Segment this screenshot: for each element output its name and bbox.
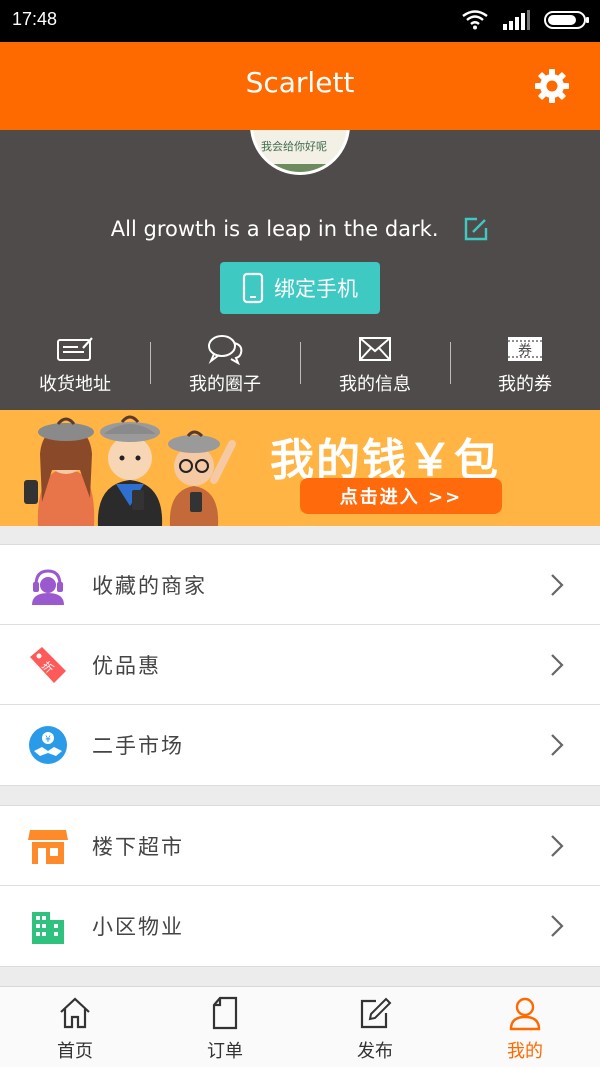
battery-icon	[544, 11, 589, 29]
menu-item-supermarket[interactable]: 楼下超市	[0, 806, 600, 886]
wallet-banner[interactable]: 我的钱￥包 点击进入 >>	[0, 410, 600, 526]
menu-item-second-hand[interactable]: ¥ 二手市场	[0, 705, 600, 785]
chevron-right-icon	[551, 835, 564, 857]
avatar[interactable]: 我会给你好呢	[250, 130, 350, 175]
avatar-scribble: 我会给你好呢	[261, 140, 327, 153]
building-icon	[32, 912, 64, 944]
motto-row: All growth is a leap in the dark.	[0, 216, 600, 242]
quick-link-label: 收货地址	[39, 374, 111, 395]
quick-link-coupons[interactable]: 券 我的券	[450, 332, 600, 396]
menu-item-label: 收藏的商家	[92, 573, 207, 598]
handshake-icon-text: ¥	[45, 735, 51, 745]
wallet-enter-button[interactable]: 点击进入 >>	[300, 478, 502, 514]
tab-label: 发布	[357, 1041, 393, 1062]
quick-link-label: 我的券	[498, 374, 552, 395]
chevron-right-icon	[551, 915, 564, 937]
address-card-icon	[57, 337, 93, 361]
tab-label: 首页	[57, 1041, 93, 1062]
discount-tag-icon: 折	[30, 647, 66, 683]
menu-item-deals[interactable]: 折 优品惠	[0, 625, 600, 705]
quick-links: 收货地址 我的圈子 我的信息 券 我的券	[0, 332, 600, 396]
compose-icon	[360, 997, 392, 1029]
signal-icon	[503, 10, 530, 30]
quick-link-messages[interactable]: 我的信息	[300, 332, 450, 396]
coupon-icon: 券	[508, 337, 542, 361]
wifi-icon	[462, 10, 488, 30]
profile-icon	[509, 997, 541, 1031]
page-title: Scarlett	[245, 66, 355, 99]
edit-icon[interactable]	[463, 216, 489, 242]
envelope-icon	[359, 337, 391, 361]
quick-link-label: 我的信息	[339, 374, 411, 395]
coupon-icon-text: 券	[518, 343, 532, 359]
chevron-right-icon	[551, 654, 564, 676]
profile-section: 我会给你好呢 All growth is a leap in the dark.…	[0, 130, 600, 410]
status-bar: 17:48	[0, 0, 600, 42]
menu-item-property[interactable]: 小区物业	[0, 886, 600, 966]
store-icon	[28, 830, 68, 864]
menu-item-label: 楼下超市	[92, 834, 184, 859]
quick-link-circles[interactable]: 我的圈子	[150, 332, 300, 396]
document-icon	[212, 996, 238, 1030]
tab-publish[interactable]: 发布	[300, 987, 450, 1067]
app-header: Scarlett	[0, 42, 600, 130]
quick-link-address[interactable]: 收货地址	[0, 332, 150, 396]
menu-group-services: 收藏的商家 折 优品惠 ¥ 二手市场	[0, 544, 600, 786]
tab-home[interactable]: 首页	[0, 987, 150, 1067]
phone-icon	[242, 272, 264, 304]
menu-item-label: 小区物业	[92, 915, 184, 939]
bind-phone-label: 绑定手机	[274, 277, 358, 301]
handshake-icon: ¥	[29, 726, 67, 764]
menu-item-favorite-merchants[interactable]: 收藏的商家	[0, 545, 600, 625]
menu-item-label: 二手市场	[92, 734, 184, 758]
status-time: 17:48	[12, 9, 58, 29]
menu-group-community: 楼下超市 小区物业	[0, 805, 600, 967]
tab-label: 订单	[207, 1041, 243, 1062]
chevron-right-icon	[551, 574, 564, 596]
tab-orders[interactable]: 订单	[150, 987, 300, 1067]
customer-service-icon	[32, 569, 64, 605]
status-icons	[462, 10, 590, 30]
tab-mine[interactable]: 我的	[450, 987, 600, 1067]
bottom-tab-bar: 首页 订单 发布 我的	[0, 986, 600, 1067]
avatar-grass	[253, 164, 347, 172]
gear-icon[interactable]	[532, 66, 572, 106]
home-icon	[60, 997, 90, 1029]
chevron-right-icon	[551, 734, 564, 756]
quick-link-label: 我的圈子	[189, 374, 261, 395]
menu-item-label: 优品惠	[92, 653, 161, 678]
bind-phone-button[interactable]: 绑定手机	[220, 262, 380, 314]
chat-bubbles-icon	[208, 335, 243, 365]
detectives-illustration	[24, 415, 236, 526]
tab-label: 我的	[507, 1041, 543, 1062]
profile-motto: All growth is a leap in the dark.	[110, 217, 439, 241]
